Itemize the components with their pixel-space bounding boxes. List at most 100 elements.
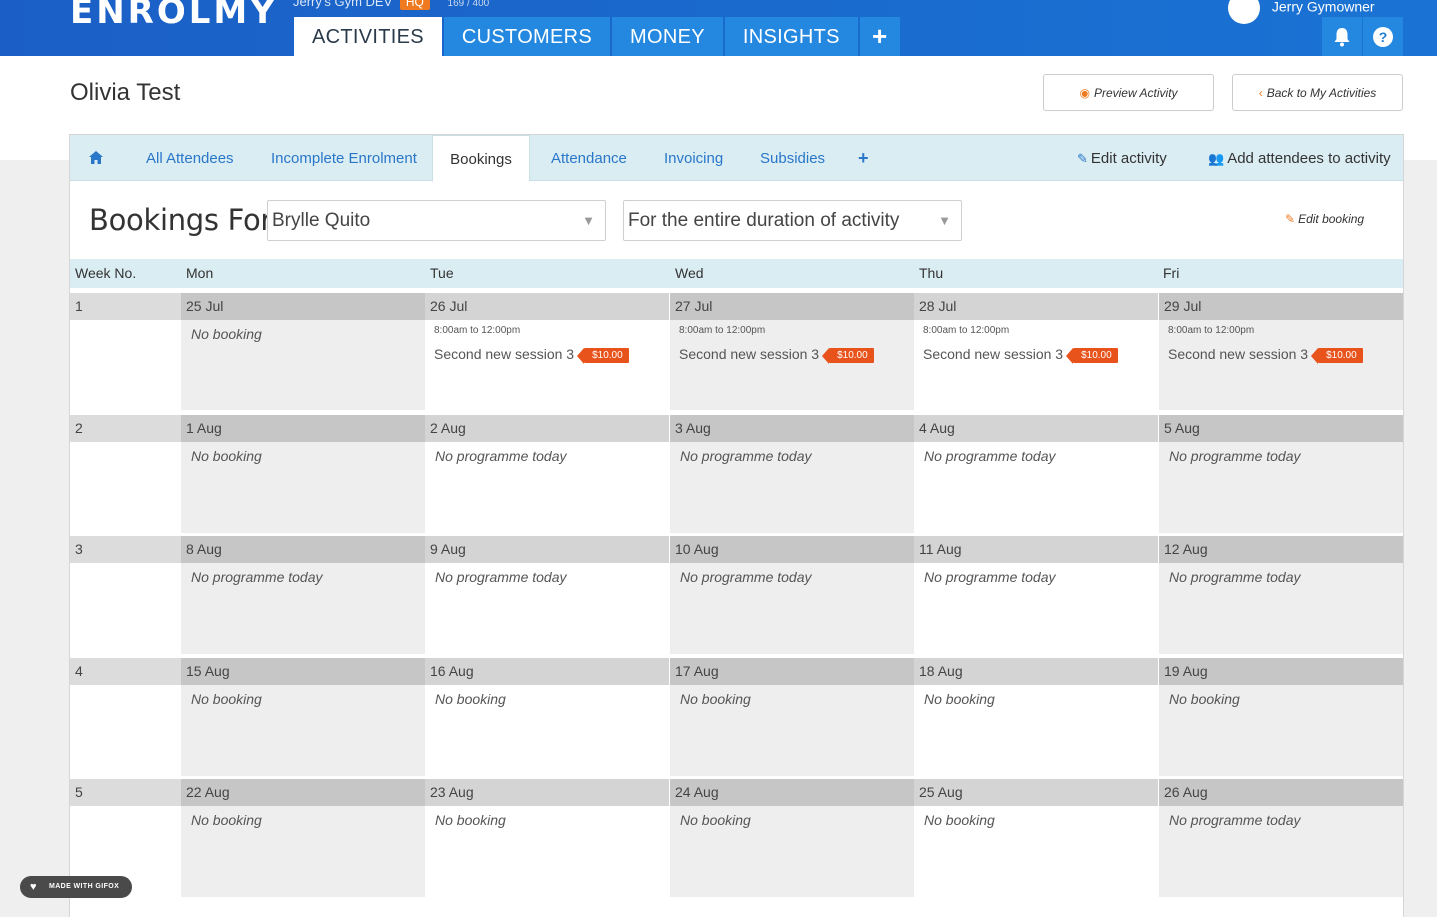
- day-cell[interactable]: 15 Aug No booking: [181, 658, 425, 776]
- subnav-home[interactable]: [89, 135, 103, 181]
- day-status-text: No programme today: [924, 569, 1056, 585]
- tab-activities[interactable]: ACTIVITIES: [294, 17, 442, 56]
- chevron-left-icon: ‹: [1258, 85, 1263, 100]
- preview-label: Preview Activity: [1093, 85, 1178, 100]
- duration-select[interactable]: For the entire duration of activity ▼: [623, 200, 962, 241]
- tab-incomplete-enrolment[interactable]: Incomplete Enrolment: [271, 135, 417, 181]
- day-status-text: No booking: [680, 812, 751, 828]
- day-status-text: No booking: [191, 448, 262, 464]
- session-booking[interactable]: Second new session 3 $10.00: [923, 346, 1118, 364]
- tab-customers[interactable]: CUSTOMERS: [443, 17, 611, 56]
- notifications-button[interactable]: [1322, 17, 1362, 56]
- day-cell[interactable]: 5 Aug No programme today: [1159, 415, 1403, 533]
- help-button[interactable]: ?: [1363, 17, 1403, 56]
- session-booking[interactable]: Second new session 3 $10.00: [434, 346, 629, 364]
- account-switcher[interactable]: Jerry's Gym DEV HQ 169 / 400: [293, 0, 490, 10]
- day-cell[interactable]: 10 Aug No programme today: [670, 536, 914, 654]
- day-body: No booking: [914, 685, 1158, 776]
- activity-subnav: All Attendees Incomplete Enrolment Booki…: [70, 135, 1403, 182]
- edit-activity-link[interactable]: ✎ Edit activity: [1077, 135, 1167, 181]
- day-date: 26 Aug: [1159, 779, 1403, 806]
- pencil-icon: ✎: [1285, 212, 1296, 226]
- enrolmy-logo[interactable]: ENROLMY: [70, 0, 278, 32]
- tab-invoicing[interactable]: Invoicing: [664, 135, 723, 181]
- day-body: No booking: [1159, 685, 1403, 776]
- session-name: Second new session 3: [434, 346, 575, 362]
- eye-icon: ◉: [1079, 85, 1090, 100]
- back-to-activities-button[interactable]: ‹ Back to My Activities: [1232, 74, 1403, 111]
- day-cell[interactable]: 24 Aug No booking: [670, 779, 914, 897]
- day-cell[interactable]: 2 Aug No programme today: [425, 415, 669, 533]
- day-date: 8 Aug: [181, 536, 425, 563]
- day-cell[interactable]: 23 Aug No booking: [425, 779, 669, 897]
- col-header-day: Fri: [1163, 265, 1180, 281]
- add-tab-button[interactable]: +: [859, 17, 900, 56]
- day-cell[interactable]: 8 Aug No programme today: [181, 536, 425, 654]
- tab-insights[interactable]: INSIGHTS: [724, 17, 858, 56]
- day-cell[interactable]: 4 Aug No programme today: [914, 415, 1158, 533]
- price-tag: $10.00: [822, 348, 874, 364]
- account-count: 169 / 400: [447, 0, 490, 9]
- heart-icon: ♥: [30, 881, 37, 893]
- day-body: No booking: [181, 320, 425, 410]
- day-cell[interactable]: 28 Jul 8:00am to 12:00pm Second new sessio…: [914, 293, 1158, 410]
- day-cell[interactable]: 16 Aug No booking: [425, 658, 669, 776]
- add-subnav-button[interactable]: +: [858, 135, 869, 181]
- day-date: 17 Aug: [670, 658, 914, 685]
- bell-icon: [1334, 27, 1350, 46]
- activity-panel: All Attendees Incomplete Enrolment Booki…: [69, 134, 1404, 917]
- week-number-cell: 5: [70, 779, 181, 806]
- day-date: 18 Aug: [914, 658, 1158, 685]
- preview-activity-button[interactable]: ◉ Preview Activity: [1043, 74, 1214, 111]
- tab-money[interactable]: MONEY: [612, 17, 723, 56]
- day-date: 4 Aug: [914, 415, 1158, 442]
- session-booking[interactable]: Second new session 3 $10.00: [679, 346, 874, 364]
- week-row: 4 15 Aug No booking 16 Aug No booking 17 Aug N…: [70, 658, 1403, 776]
- session-time: 8:00am to 12:00pm: [1168, 325, 1255, 336]
- col-header-day: Mon: [186, 265, 214, 281]
- session-name: Second new session 3: [923, 346, 1064, 362]
- edit-booking-link[interactable]: ✎ Edit booking: [1285, 212, 1364, 226]
- day-date: 25 Aug: [914, 779, 1158, 806]
- day-body: No booking: [670, 685, 914, 776]
- gifox-watermark: ♥ MADE WITH GIFOX: [20, 876, 132, 898]
- day-cell[interactable]: 27 Jul 8:00am to 12:00pm Second new sessio…: [670, 293, 914, 410]
- day-cell[interactable]: 25 Aug No booking: [914, 779, 1158, 897]
- day-cell[interactable]: 25 Jul No booking: [181, 293, 425, 410]
- attendee-select[interactable]: Brylle Quito ▼: [267, 200, 606, 241]
- day-cell[interactable]: 3 Aug No programme today: [670, 415, 914, 533]
- day-cell[interactable]: 1 Aug No booking: [181, 415, 425, 533]
- users-icon: 👥: [1208, 151, 1225, 166]
- tab-all-attendees[interactable]: All Attendees: [146, 135, 234, 181]
- day-cell[interactable]: 17 Aug No booking: [670, 658, 914, 776]
- attendee-value: Brylle Quito: [272, 210, 371, 231]
- add-attendees-link[interactable]: 👥 Add attendees to activity: [1208, 135, 1391, 181]
- page-title: Olivia Test: [70, 79, 181, 106]
- week-row: 3 8 Aug No programme today 9 Aug No programm…: [70, 536, 1403, 654]
- day-body: No programme today: [425, 563, 669, 654]
- col-header-day: Wed: [675, 265, 704, 281]
- help-icon: ?: [1373, 26, 1393, 47]
- week-row: 1 25 Jul No booking 26 Jul 8:00am to 12:00pm…: [70, 293, 1403, 410]
- day-body: No booking: [181, 806, 425, 897]
- day-cell[interactable]: 26 Aug No programme today: [1159, 779, 1403, 897]
- tab-attendance[interactable]: Attendance: [551, 135, 627, 181]
- day-cell[interactable]: 12 Aug No programme today: [1159, 536, 1403, 654]
- session-booking[interactable]: Second new session 3 $10.00: [1168, 346, 1363, 364]
- tab-bookings[interactable]: Bookings: [432, 135, 530, 182]
- day-cell[interactable]: 26 Jul 8:00am to 12:00pm Second new sessio…: [425, 293, 669, 410]
- session-time: 8:00am to 12:00pm: [923, 325, 1010, 336]
- day-body: No booking: [425, 806, 669, 897]
- day-cell[interactable]: 22 Aug No booking: [181, 779, 425, 897]
- day-status-text: No programme today: [435, 569, 567, 585]
- day-status-text: No booking: [191, 691, 262, 707]
- day-cell[interactable]: 18 Aug No booking: [914, 658, 1158, 776]
- day-cell[interactable]: 29 Jul 8:00am to 12:00pm Second new sessio…: [1159, 293, 1403, 410]
- day-date: 27 Jul: [670, 293, 914, 320]
- day-cell[interactable]: 19 Aug No booking: [1159, 658, 1403, 776]
- day-body: 8:00am to 12:00pm Second new session 3 $10…: [425, 320, 669, 410]
- day-cell[interactable]: 11 Aug No programme today: [914, 536, 1158, 654]
- top-header: ENROLMY Jerry's Gym DEV HQ 169 / 400 Jer…: [0, 0, 1437, 56]
- day-cell[interactable]: 9 Aug No programme today: [425, 536, 669, 654]
- tab-subsidies[interactable]: Subsidies: [760, 135, 825, 181]
